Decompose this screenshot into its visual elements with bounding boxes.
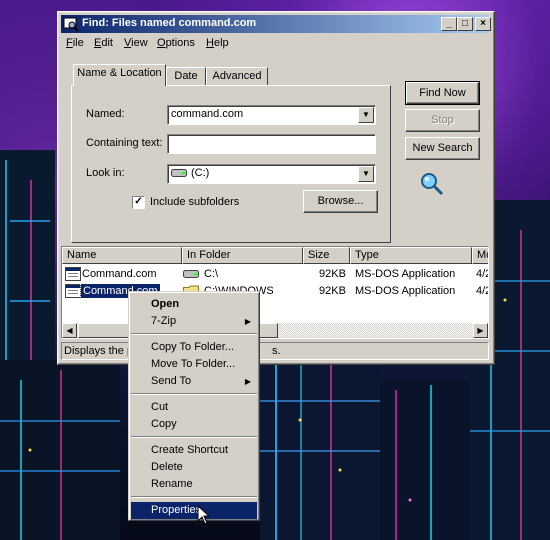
menu-bar: File Edit View Options Help [61,34,489,52]
menu-file[interactable]: File [66,37,84,49]
tab-advanced[interactable]: Advanced [206,67,268,86]
column-header-modified[interactable]: Mo [472,247,488,264]
result-size: 92KB [319,285,346,297]
include-subfolders-checkbox[interactable]: ✓ [132,196,145,209]
submenu-arrow-icon: ▶ [244,317,251,326]
result-folder: C:\ [204,268,219,280]
result-modified: 4/2 [476,285,488,297]
drive-icon [171,169,187,178]
result-type: MS-DOS Application [355,285,456,297]
menu-item-create-shortcut[interactable]: Create Shortcut [131,442,257,459]
menu-options[interactable]: Options [157,37,195,49]
named-label: Named: [86,108,125,120]
menu-separator [131,393,257,395]
menu-item-properties[interactable]: Properties [131,502,257,519]
containing-text-label: Containing text: [86,137,163,149]
menu-item-7zip[interactable]: 7-Zip ▶ [131,313,257,330]
menu-item-rename[interactable]: Rename [131,476,257,493]
new-search-button[interactable]: New Search [405,137,480,160]
column-header-in-folder[interactable]: In Folder [182,247,303,264]
containing-text-input[interactable] [167,134,376,154]
result-size: 92KB [319,268,346,280]
look-in-combobox[interactable]: (C:) ▼ [167,164,376,184]
menu-item-copy-to-folder[interactable]: Copy To Folder... [131,339,257,356]
include-subfolders-label: Include subfolders [150,196,240,208]
title-bar[interactable]: Find: Files named command.com _ □ × [61,15,491,33]
result-name: Command.com [82,268,157,280]
browse-button[interactable]: Browse... [303,190,378,213]
window-title: Find: Files named command.com [82,17,257,29]
magnifier-icon [421,173,444,196]
tab-date[interactable]: Date [166,67,206,86]
menu-item-send-to[interactable]: Send To ▶ [131,373,257,390]
status-text-tail: s. [272,345,281,357]
stop-button[interactable]: Stop [405,109,480,132]
menu-edit[interactable]: Edit [94,37,113,49]
submenu-arrow-icon: ▶ [244,377,251,386]
table-row[interactable]: Command.com C:\WINDOWS 92KB MS-DOS Appli… [62,283,488,300]
menu-item-copy[interactable]: Copy [131,416,257,433]
status-text: Displays the p [64,345,134,357]
column-header-type[interactable]: Type [350,247,472,264]
results-list[interactable]: Name In Folder Size Type Mo Command.com … [61,246,489,339]
status-bar: Displays the p s. [61,342,489,360]
chevron-down-icon[interactable]: ▼ [358,166,374,182]
mouse-pointer-icon [197,505,211,525]
result-modified: 4/2 [476,268,488,280]
column-header-size[interactable]: Size [303,247,350,264]
dos-app-icon [65,284,81,298]
maximize-button[interactable]: □ [457,17,473,31]
horizontal-scrollbar[interactable]: ◀ ▶ [62,323,488,338]
find-now-button[interactable]: Find Now [405,81,480,105]
drive-icon [183,270,199,278]
find-window: Find: Files named command.com _ □ × File… [57,11,495,365]
menu-view[interactable]: View [124,37,148,49]
chevron-down-icon[interactable]: ▼ [358,107,374,123]
menu-separator [131,496,257,498]
menu-item-cut[interactable]: Cut [131,399,257,416]
column-header-name[interactable]: Name [62,247,182,264]
named-combobox[interactable]: command.com ▼ [167,105,376,125]
menu-separator [131,436,257,438]
menu-separator [131,333,257,335]
menu-item-delete[interactable]: Delete [131,459,257,476]
search-window-icon [63,17,79,32]
result-type: MS-DOS Application [355,268,456,280]
table-row[interactable]: Command.com C:\ 92KB MS-DOS Application … [62,266,488,283]
menu-item-open[interactable]: Open [131,296,257,313]
dos-app-icon [65,267,81,281]
tab-panel: Named: command.com ▼ Containing text: Lo… [71,85,391,243]
close-button[interactable]: × [475,17,491,31]
menu-help[interactable]: Help [206,37,229,49]
menu-item-move-to-folder[interactable]: Move To Folder... [131,356,257,373]
scroll-right-icon[interactable]: ▶ [473,323,488,338]
minimize-button[interactable]: _ [441,17,457,31]
look-in-label: Look in: [86,167,125,179]
scroll-left-icon[interactable]: ◀ [62,323,77,338]
tab-name-location[interactable]: Name & Location [73,64,166,86]
context-menu: Open 7-Zip ▶ Copy To Folder... Move To Fo… [128,291,260,521]
